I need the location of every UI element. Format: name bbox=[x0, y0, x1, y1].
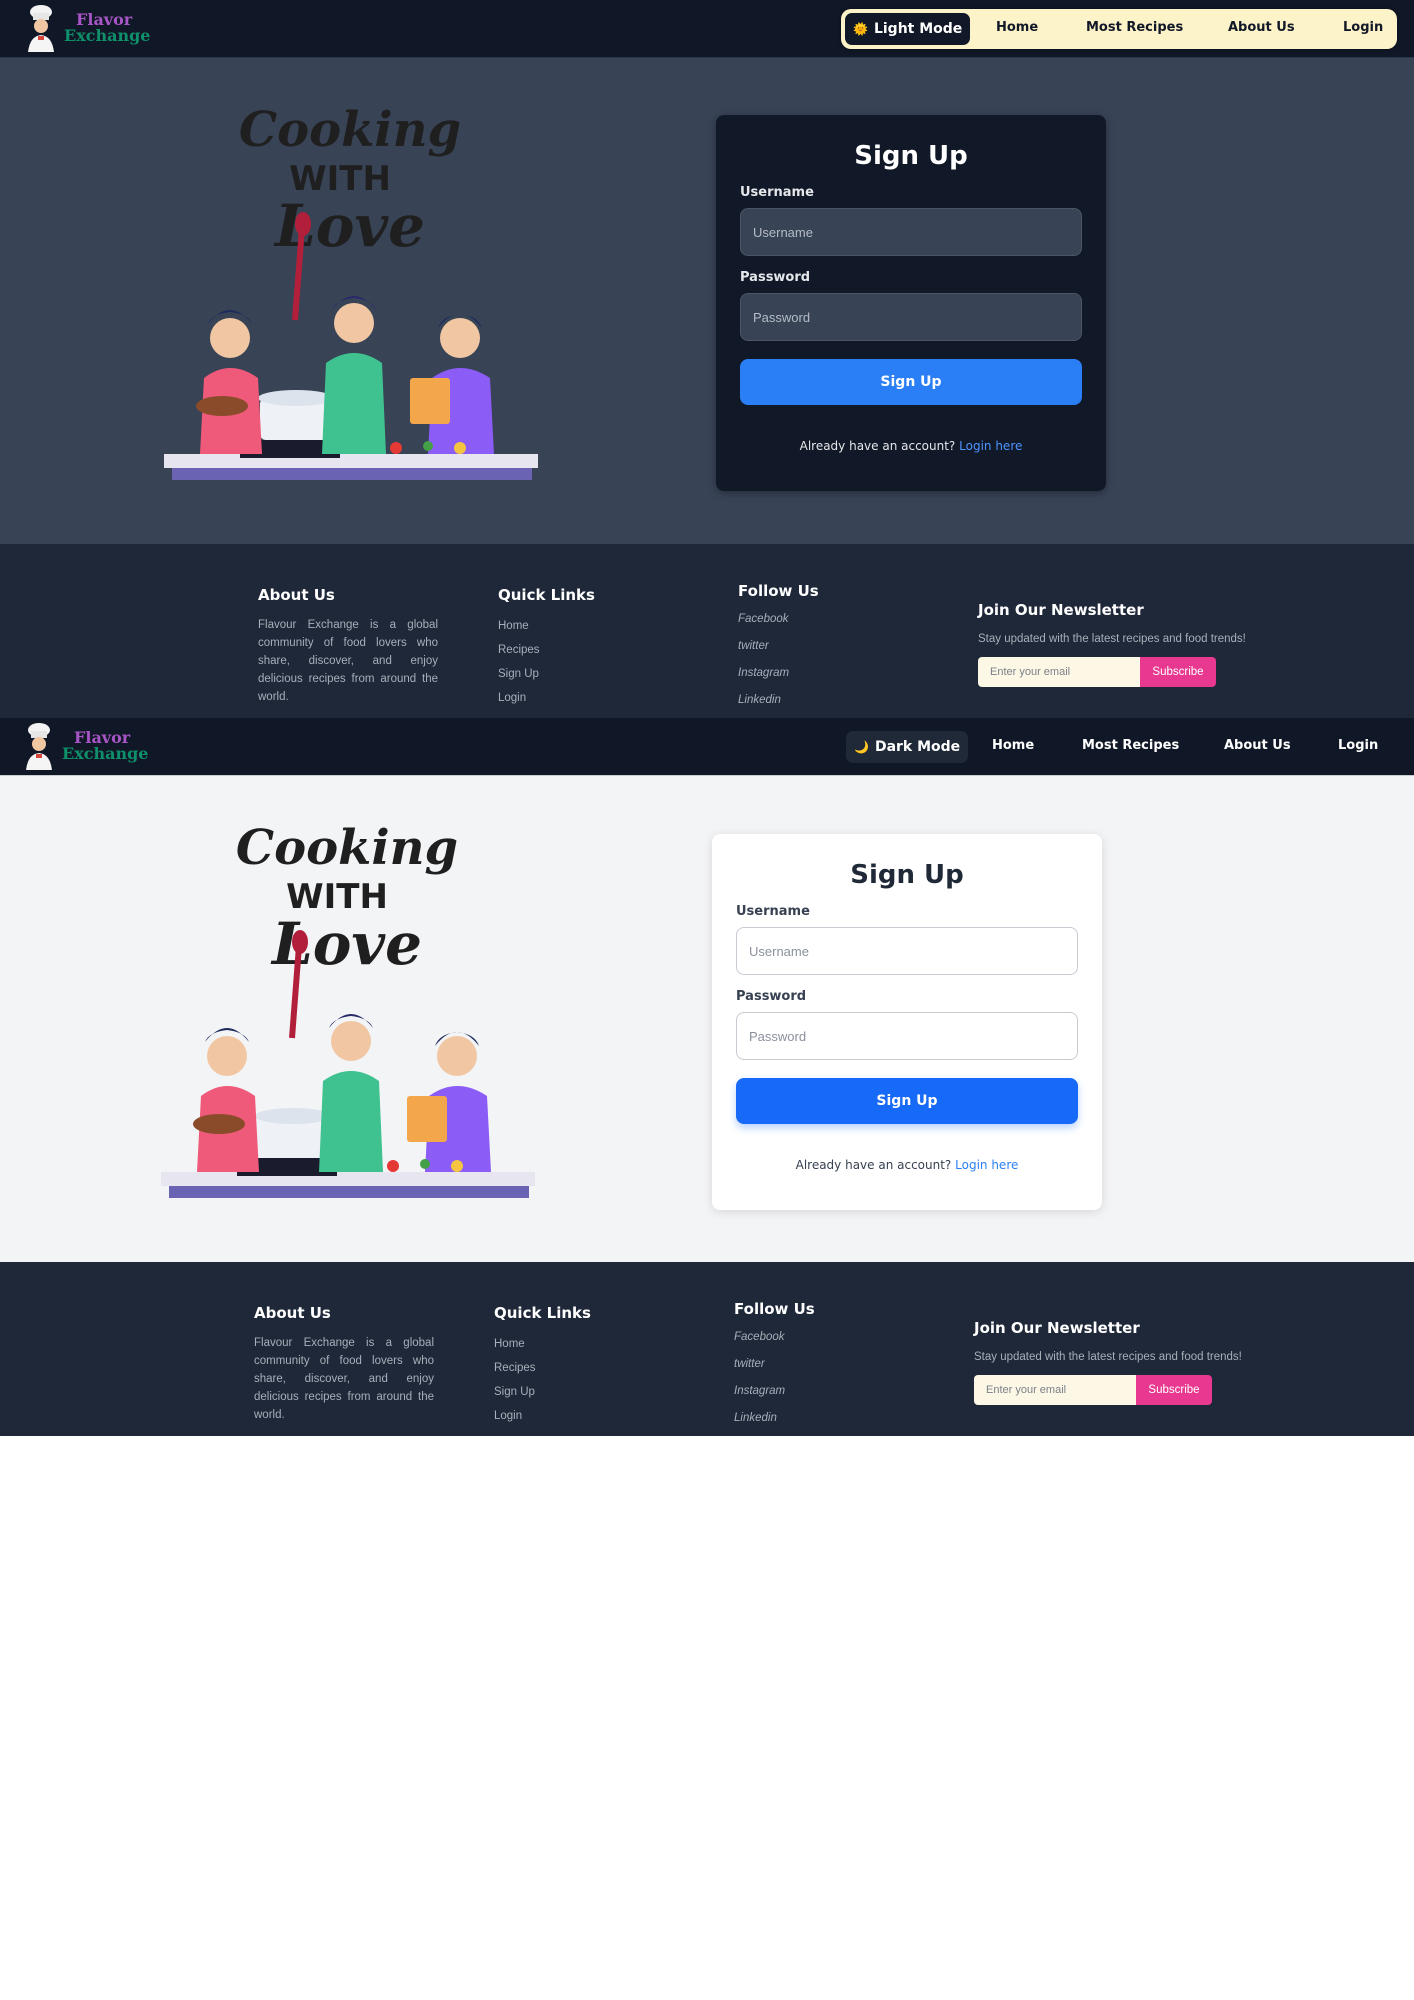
password-label: Password bbox=[736, 989, 807, 1004]
cooking-with-love-illustration: Cooking WITH Love bbox=[161, 820, 535, 1198]
footer-about-title: About Us bbox=[254, 1304, 331, 1322]
nav-link-home[interactable]: Home bbox=[996, 20, 1038, 35]
login-link[interactable]: Login here bbox=[955, 1158, 1018, 1172]
social-link-linkedin[interactable]: Linkedin bbox=[738, 687, 819, 714]
footer-link-recipes[interactable]: Recipes bbox=[498, 638, 595, 662]
illustration-text-1: Cooking bbox=[236, 820, 458, 876]
nav-link-about-us[interactable]: About Us bbox=[1224, 738, 1291, 753]
login-prompt-text: Already have an account? bbox=[795, 1158, 952, 1172]
brand-logo[interactable]: Flavor Exchange bbox=[20, 2, 150, 54]
signup-button[interactable]: Sign Up bbox=[740, 359, 1082, 405]
footer-follow-us: Follow Us Facebook twitter Instagram Lin… bbox=[738, 582, 819, 714]
footer: About Us Flavour Exchange is a global co… bbox=[0, 544, 1414, 718]
newsletter-text: Stay updated with the latest recipes and… bbox=[978, 633, 1246, 645]
newsletter-text: Stay updated with the latest recipes and… bbox=[974, 1351, 1242, 1363]
footer-follow-us: Follow Us Facebook twitter Instagram Lin… bbox=[734, 1300, 815, 1432]
footer-link-recipes[interactable]: Recipes bbox=[494, 1356, 591, 1380]
footer-newsletter: Join Our Newsletter Stay updated with th… bbox=[978, 601, 1246, 687]
theme-toggle-button[interactable]: 🌙 Dark Mode bbox=[846, 731, 969, 763]
theme-toggle-label: Dark Mode bbox=[874, 739, 961, 755]
footer-about-title: About Us bbox=[258, 586, 335, 604]
footer-follow-title: Follow Us bbox=[734, 1300, 815, 1318]
theme-toggle-button[interactable]: 🌞 Light Mode bbox=[845, 13, 971, 45]
footer-about: About Us Flavour Exchange is a global co… bbox=[254, 1304, 434, 1424]
login-prompt-text: Already have an account? bbox=[799, 439, 956, 453]
username-input[interactable] bbox=[736, 927, 1078, 975]
signup-hero: Cooking WITH Love Sign Up Username Usern… bbox=[0, 58, 1414, 544]
chef-icon bbox=[26, 723, 52, 770]
sun-icon: 🌞 bbox=[853, 22, 868, 36]
nav-menu: 🌙 Dark Mode Home Most Recipes About Us L… bbox=[842, 727, 1408, 767]
newsletter-email-input[interactable] bbox=[978, 657, 1140, 687]
login-link[interactable]: Login here bbox=[959, 439, 1022, 453]
theme-toggle-label: Light Mode bbox=[873, 21, 963, 37]
illustration-text-1: Cooking bbox=[239, 102, 461, 158]
nav-link-login[interactable]: Login bbox=[1343, 20, 1383, 35]
footer-link-sign-up[interactable]: Sign Up bbox=[498, 662, 595, 686]
signup-title: Sign Up bbox=[850, 860, 964, 890]
signup-hero: Cooking WITH Love Sign Up Username Passw… bbox=[0, 776, 1414, 1262]
footer-links-title: Quick Links bbox=[494, 1304, 591, 1322]
navbar: Flavor Exchange 🌞 Light Mode Home Most R… bbox=[0, 0, 1414, 58]
social-link-facebook[interactable]: Facebook bbox=[734, 1324, 815, 1351]
login-prompt: Already have an account? Login here bbox=[716, 439, 1106, 453]
brand-name-line2: Exchange bbox=[64, 26, 151, 45]
brand-logo[interactable]: Flavor Exchange bbox=[18, 720, 148, 772]
footer-follow-title: Follow Us bbox=[738, 582, 819, 600]
footer-link-login[interactable]: Login bbox=[494, 1404, 591, 1428]
signup-title: Sign Up bbox=[854, 141, 968, 171]
nav-link-about-us[interactable]: About Us bbox=[1228, 20, 1295, 35]
social-link-instagram[interactable]: Instagram bbox=[738, 660, 819, 687]
signup-card: Sign Up Username Password Sign Up Alread… bbox=[712, 834, 1102, 1210]
newsletter-title: Join Our Newsletter bbox=[974, 1319, 1140, 1337]
signup-card: Sign Up Username Password Sign Up Alread… bbox=[716, 115, 1106, 491]
footer-about-text: Flavour Exchange is a global community o… bbox=[254, 1337, 434, 1421]
footer-quick-links: Quick Links Home Recipes Sign Up Login bbox=[498, 586, 595, 710]
footer: About Us Flavour Exchange is a global co… bbox=[0, 1262, 1414, 1436]
login-prompt: Already have an account? Login here bbox=[712, 1158, 1102, 1172]
cooking-with-love-illustration: Cooking WITH Love bbox=[164, 102, 538, 480]
footer-quick-links: Quick Links Home Recipes Sign Up Login bbox=[494, 1304, 591, 1428]
newsletter-form: Subscribe bbox=[978, 657, 1246, 687]
nav-link-most-recipes[interactable]: Most Recipes bbox=[1086, 20, 1183, 35]
newsletter-title: Join Our Newsletter bbox=[978, 601, 1144, 619]
newsletter-form: Subscribe bbox=[974, 1375, 1242, 1405]
footer-link-home[interactable]: Home bbox=[494, 1332, 591, 1356]
nav-menu: 🌞 Light Mode Home Most Recipes About Us … bbox=[841, 9, 1397, 49]
footer-newsletter: Join Our Newsletter Stay updated with th… bbox=[974, 1319, 1242, 1405]
footer-about: About Us Flavour Exchange is a global co… bbox=[258, 586, 438, 706]
brand-name-line2: Exchange bbox=[62, 744, 149, 763]
moon-icon: 🌙 bbox=[854, 740, 869, 754]
newsletter-email-input[interactable] bbox=[974, 1375, 1136, 1405]
password-input[interactable] bbox=[736, 1012, 1078, 1060]
footer-about-text: Flavour Exchange is a global community o… bbox=[258, 619, 438, 703]
subscribe-button[interactable]: Subscribe bbox=[1136, 1375, 1212, 1405]
subscribe-button[interactable]: Subscribe bbox=[1140, 657, 1216, 687]
footer-links-title: Quick Links bbox=[498, 586, 595, 604]
username-label: Username bbox=[740, 185, 814, 200]
username-input[interactable] bbox=[740, 208, 1082, 256]
social-link-instagram[interactable]: Instagram bbox=[734, 1378, 815, 1405]
footer-link-login[interactable]: Login bbox=[498, 686, 595, 710]
navbar: Flavor Exchange 🌙 Dark Mode Home Most Re… bbox=[0, 718, 1414, 776]
footer-link-sign-up[interactable]: Sign Up bbox=[494, 1380, 591, 1404]
social-link-facebook[interactable]: Facebook bbox=[738, 606, 819, 633]
nav-link-home[interactable]: Home bbox=[992, 738, 1034, 753]
nav-link-most-recipes[interactable]: Most Recipes bbox=[1082, 738, 1179, 753]
password-input[interactable] bbox=[740, 293, 1082, 341]
footer-link-home[interactable]: Home bbox=[498, 614, 595, 638]
nav-link-login[interactable]: Login bbox=[1338, 738, 1378, 753]
username-label: Username bbox=[736, 904, 810, 919]
signup-button[interactable]: Sign Up bbox=[736, 1078, 1078, 1124]
social-link-linkedin[interactable]: Linkedin bbox=[734, 1405, 815, 1432]
social-link-twitter[interactable]: twitter bbox=[738, 633, 819, 660]
chef-icon bbox=[28, 5, 54, 52]
social-link-twitter[interactable]: twitter bbox=[734, 1351, 815, 1378]
password-label: Password bbox=[740, 270, 811, 285]
